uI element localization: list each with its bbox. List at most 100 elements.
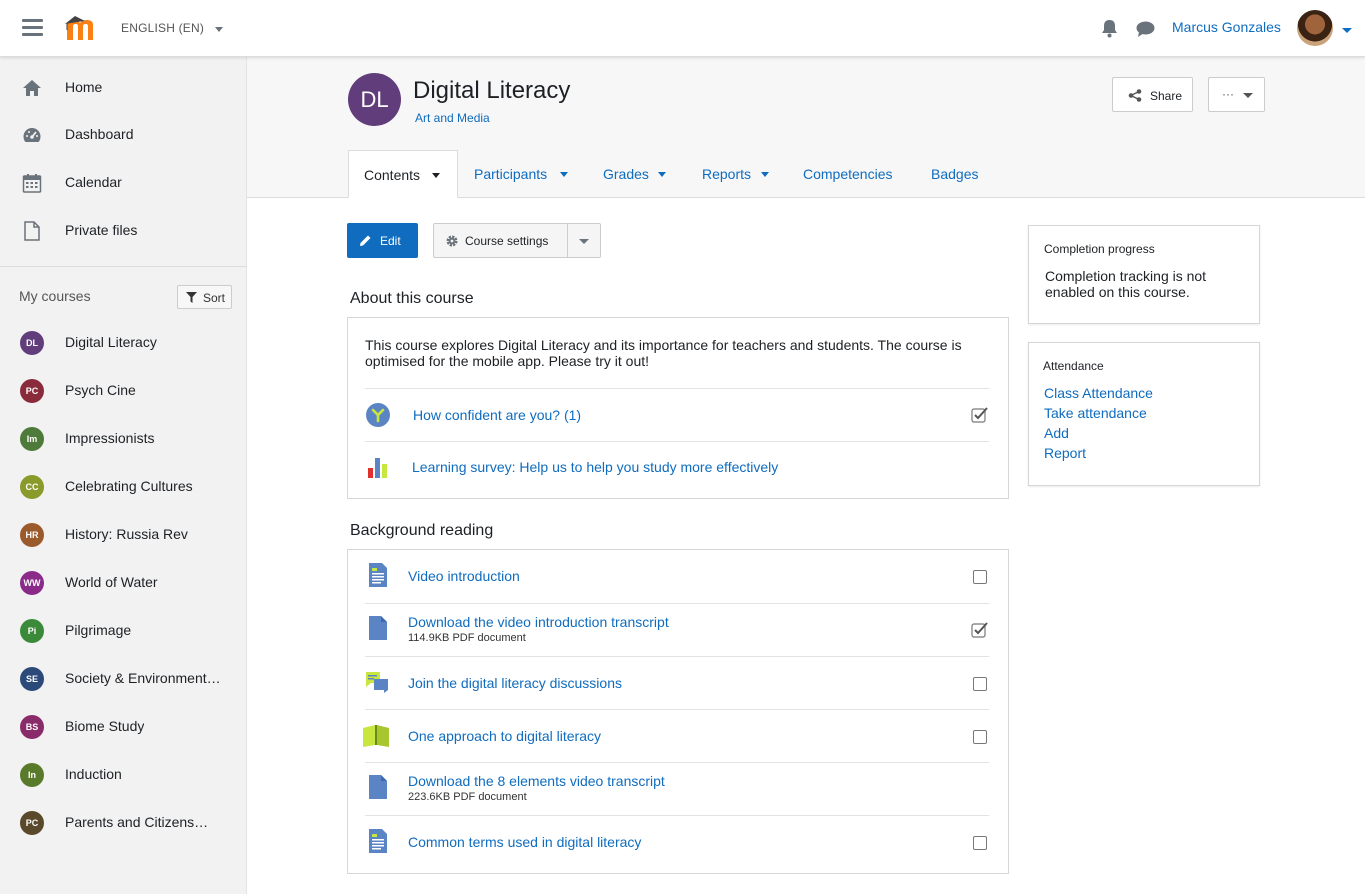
course-badge: PC <box>20 379 44 403</box>
course-settings-button[interactable]: Course settings <box>433 223 601 258</box>
take-attendance-link[interactable]: Take attendance <box>1044 405 1147 421</box>
sidebar: Home Dashboard Calendar Private files My… <box>0 57 247 894</box>
sidebar-item-home[interactable]: Home <box>0 66 247 110</box>
list-item[interactable]: Join the digital literacy discussions <box>365 656 989 709</box>
chevron-down-icon <box>432 173 440 178</box>
class-attendance-link[interactable]: Class Attendance <box>1044 385 1153 401</box>
activity-link[interactable]: Download the video introduction transcri… <box>408 614 669 630</box>
sidebar-course-item[interactable]: CC Celebrating Cultures <box>0 467 247 507</box>
completion-checkbox[interactable] <box>973 836 987 850</box>
sidebar-course-item[interactable]: PC Psych Cine <box>0 371 247 411</box>
sidebar-course-item[interactable]: SE Society & Environment… <box>0 659 247 699</box>
activity-link[interactable]: Video introduction <box>408 568 520 584</box>
forum-icon <box>365 671 389 698</box>
sidebar-course-item[interactable]: Pi Pilgrimage <box>0 611 247 651</box>
list-item[interactable]: Common terms used in digital literacy <box>365 815 989 873</box>
course-name: Impressionists <box>65 430 155 446</box>
sidebar-item-private-files[interactable]: Private files <box>0 209 247 253</box>
activity-link[interactable]: One approach to digital literacy <box>408 728 601 744</box>
course-name: World of Water <box>65 574 158 590</box>
calendar-icon <box>22 173 42 193</box>
list-item[interactable]: How confident are you? (1) <box>365 388 989 441</box>
edit-button[interactable]: Edit <box>347 223 418 258</box>
file-icon <box>22 221 42 241</box>
activity-link[interactable]: Download the 8 elements video transcript <box>408 773 665 789</box>
share-button[interactable]: Share <box>1112 77 1193 112</box>
about-section: This course explores Digital Literacy an… <box>347 317 1009 499</box>
tab-participants[interactable]: Participants <box>474 150 574 198</box>
sidebar-item-dashboard[interactable]: Dashboard <box>0 113 247 157</box>
more-actions-button[interactable]: ··· <box>1208 77 1265 112</box>
tab-contents[interactable]: Contents <box>348 150 458 198</box>
survey-bar-chart-icon <box>365 454 391 483</box>
course-badge: Im <box>20 427 44 451</box>
file-meta: 114.9KB PDF document <box>408 632 526 644</box>
pdf-file-icon <box>369 616 387 643</box>
completed-check-icon[interactable] <box>971 622 989 641</box>
sidebar-course-item[interactable]: BS Biome Study <box>0 707 247 747</box>
activity-link[interactable]: Common terms used in digital literacy <box>408 834 641 850</box>
menu-toggle-button[interactable] <box>22 19 43 37</box>
course-avatar: DL <box>348 73 401 126</box>
list-item[interactable]: Download the video introduction transcri… <box>365 603 989 656</box>
sidebar-divider <box>0 266 247 267</box>
course-name: Induction <box>65 766 122 782</box>
activity-link[interactable]: Join the digital literacy discussions <box>408 675 622 691</box>
sidebar-course-item[interactable]: PC Parents and Citizens… <box>0 803 247 843</box>
completed-check-icon[interactable] <box>971 407 989 426</box>
sort-courses-button[interactable]: Sort <box>177 285 232 309</box>
list-item[interactable]: Video introduction <box>365 550 989 603</box>
sidebar-course-item[interactable]: Im Impressionists <box>0 419 247 459</box>
course-name: Psych Cine <box>65 382 136 398</box>
list-item[interactable]: Download the 8 elements video transcript… <box>365 762 989 815</box>
add-link[interactable]: Add <box>1044 425 1069 441</box>
tab-reports[interactable]: Reports <box>702 150 777 198</box>
activity-link[interactable]: Learning survey: Help us to help you stu… <box>412 459 778 475</box>
chat-icon[interactable] <box>1136 21 1155 40</box>
activity-link[interactable]: How confident are you? (1) <box>413 407 581 423</box>
moodle-logo[interactable] <box>63 13 103 44</box>
completion-checkbox[interactable] <box>973 570 987 584</box>
share-icon <box>1128 89 1142 105</box>
completion-checkbox[interactable] <box>973 677 987 691</box>
section-title-background: Background reading <box>350 522 494 539</box>
more-icon: ··· <box>1222 87 1234 101</box>
sidebar-course-item[interactable]: WW World of Water <box>0 563 247 603</box>
chevron-down-icon <box>658 172 666 177</box>
sidebar-course-item[interactable]: DL Digital Literacy <box>0 323 247 363</box>
course-category-link[interactable]: Art and Media <box>415 111 490 125</box>
section-title-about: About this course <box>350 290 474 307</box>
sidebar-course-item[interactable]: In Induction <box>0 755 247 795</box>
report-link[interactable]: Report <box>1044 445 1086 461</box>
top-navbar: ENGLISH (EN) Marcus Gonzales <box>0 0 1365 57</box>
tab-badges[interactable]: Badges <box>931 150 986 198</box>
feedback-icon <box>365 402 391 431</box>
tab-competencies[interactable]: Competencies <box>803 150 903 198</box>
chevron-down-icon[interactable] <box>215 27 223 32</box>
completion-checkbox[interactable] <box>973 730 987 744</box>
course-badge: SE <box>20 667 44 691</box>
user-menu-name[interactable]: Marcus Gonzales <box>1172 19 1281 35</box>
user-avatar[interactable] <box>1297 10 1333 46</box>
filter-icon <box>186 292 197 306</box>
sidebar-course-item[interactable]: HR History: Russia Rev <box>0 515 247 555</box>
sidebar-item-calendar[interactable]: Calendar <box>0 161 247 205</box>
dashboard-icon <box>22 125 42 145</box>
completion-progress-block: Completion progress Completion tracking … <box>1028 225 1260 324</box>
chevron-down-icon[interactable] <box>579 239 589 244</box>
bell-icon[interactable] <box>1101 19 1118 41</box>
pdf-file-icon <box>369 775 387 802</box>
list-item[interactable]: Learning survey: Help us to help you stu… <box>365 441 989 499</box>
list-item[interactable]: One approach to digital literacy <box>363 709 989 762</box>
chevron-down-icon <box>761 172 769 177</box>
book-icon <box>363 725 389 750</box>
course-name: Celebrating Cultures <box>65 478 193 494</box>
course-badge: BS <box>20 715 44 739</box>
chevron-down-icon[interactable] <box>1342 28 1352 33</box>
tab-grades[interactable]: Grades <box>603 150 673 198</box>
page-title: Digital Literacy <box>413 77 571 104</box>
course-name: Digital Literacy <box>65 334 157 350</box>
language-selector[interactable]: ENGLISH (EN) <box>121 21 204 35</box>
course-badge: Pi <box>20 619 44 643</box>
pencil-icon <box>359 234 372 250</box>
